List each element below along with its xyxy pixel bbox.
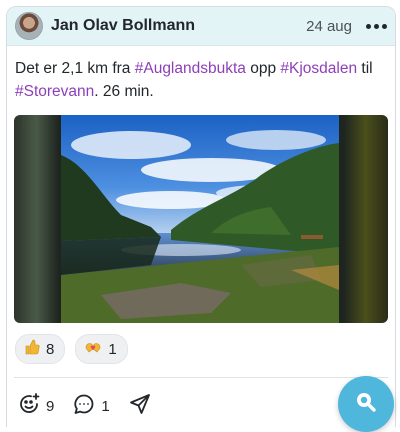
post-image[interactable] (14, 115, 388, 323)
reaction-count: 1 (108, 340, 117, 358)
reaction-count: 8 (46, 340, 55, 358)
post-text: Det er 2,1 km fra #Auglandsbukta opp #Kj… (15, 60, 373, 100)
comment-count: 1 (101, 397, 110, 415)
avatar[interactable] (15, 12, 43, 40)
post-card: Jan Olav Bollmann 24 aug Det er 2,1 km f… (6, 6, 396, 427)
search-button[interactable] (338, 376, 394, 432)
share-button[interactable] (128, 392, 152, 420)
reaction-heart-hands[interactable]: 1 (75, 334, 128, 364)
hashtag-kjosdalen[interactable]: #Kjosdalen (280, 60, 357, 77)
author-name[interactable]: Jan Olav Bollmann (51, 17, 195, 35)
post-actions: 9 1 (7, 378, 395, 420)
reaction-thumbs-up[interactable]: 8 (15, 334, 66, 364)
more-options-icon[interactable] (366, 23, 387, 29)
add-reaction-count: 9 (46, 397, 55, 415)
reactions-bar: 8 1 (7, 323, 395, 364)
hashtag-auglandsbukta[interactable]: #Auglandsbukta (135, 60, 246, 77)
hashtag-storevann[interactable]: #Storevann (15, 83, 94, 100)
comment-button[interactable]: 1 (72, 392, 110, 420)
send-icon (128, 392, 152, 420)
post-date[interactable]: 24 aug (306, 18, 352, 35)
add-reaction-button[interactable]: 9 (17, 392, 54, 420)
add-reaction-icon (17, 392, 41, 420)
heart-hands-icon (84, 340, 102, 358)
post-header: Jan Olav Bollmann 24 aug (7, 7, 395, 46)
search-icon (353, 389, 379, 420)
thumbs-up-icon (24, 339, 40, 359)
comment-icon (72, 392, 96, 420)
lake-photo (61, 115, 339, 323)
